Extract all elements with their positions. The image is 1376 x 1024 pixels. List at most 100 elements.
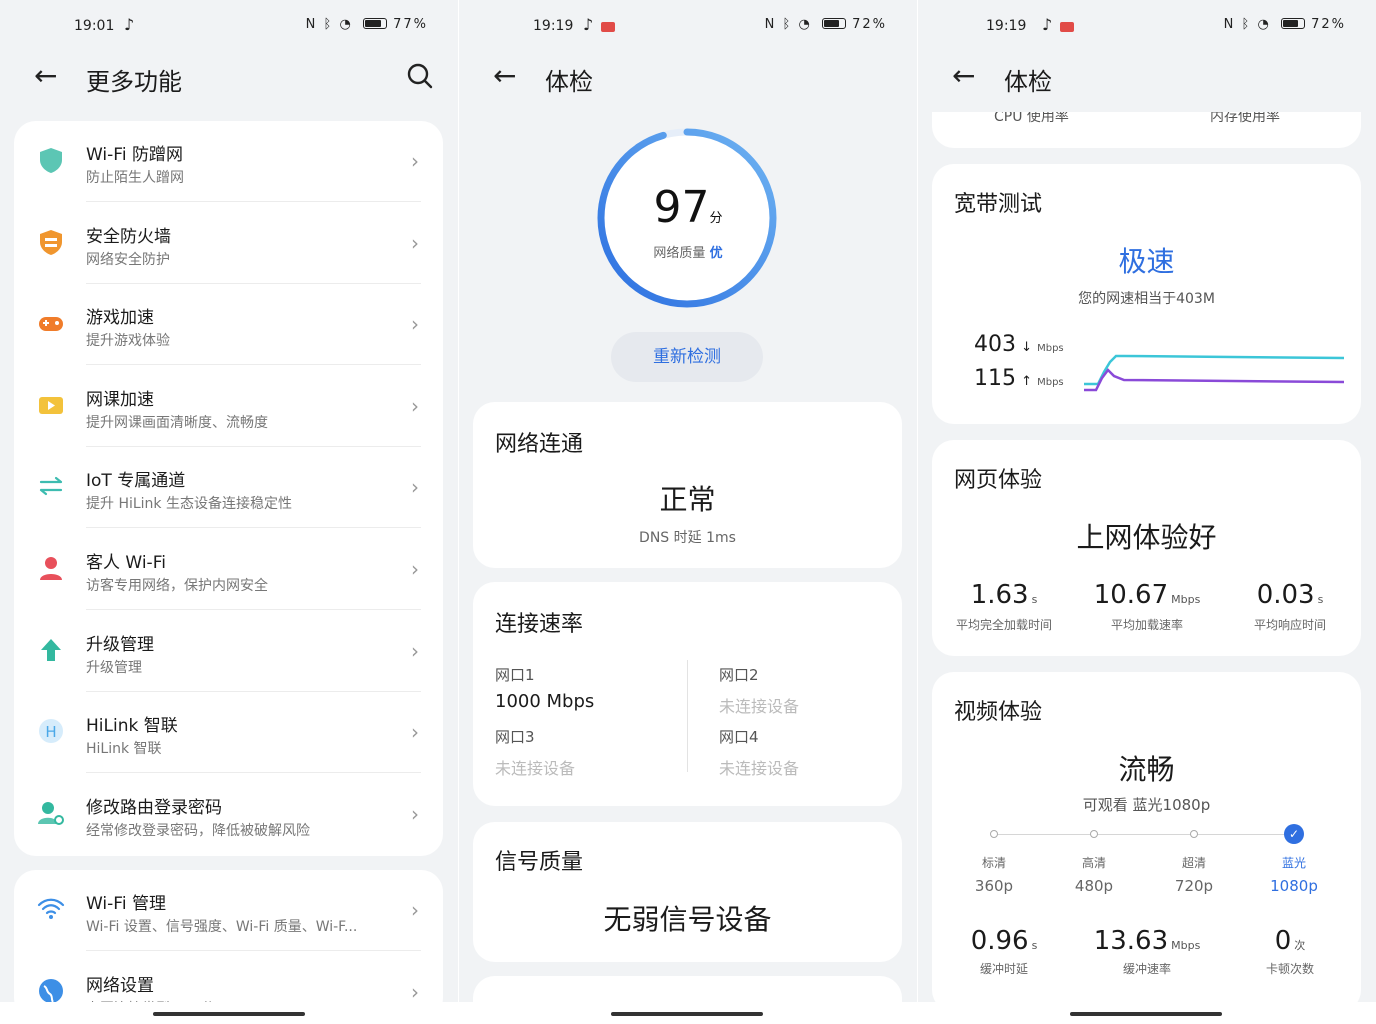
home-indicator[interactable]: [153, 1012, 305, 1016]
menu-item-title: 安全防火墙: [86, 226, 171, 247]
menu-item-title: 修改路由登录密码: [86, 797, 222, 818]
metric-unit: 次: [1294, 939, 1306, 952]
music-icon: ♪: [1042, 15, 1053, 34]
quality-name: 标清: [981, 856, 1006, 870]
menu-card: Wi-Fi 防蹭网 防止陌生人蹭网 › 安全防火墙 网络安全防护 › 游戏加速 提升游戏体验 ›…: [14, 121, 443, 856]
hilink-icon: H: [36, 716, 66, 746]
quality-resolution: 720p: [1174, 877, 1214, 895]
menu-item-title: 游戏加速: [86, 308, 154, 329]
upload-unit: Mbps: [1037, 377, 1064, 388]
recheck-button[interactable]: 重新检测: [611, 332, 763, 382]
quality-resolution: 360p: [974, 877, 1014, 895]
connectivity-card: 网络连通 正常 DNS 时延 1ms: [473, 402, 902, 568]
port-name: 网口4: [719, 728, 759, 746]
menu-item[interactable]: 安全防火墙 网络安全防护 ›: [14, 203, 443, 284]
menu-card-2: Wi-Fi 管理 Wi-Fi 设置、信号强度、Wi-Fi 质量、Wi-F... › 网…: [14, 870, 443, 1020]
signal-title: 信号质量: [495, 850, 584, 875]
home-indicator[interactable]: [611, 1012, 763, 1016]
chevron-right-icon: ›: [411, 720, 419, 745]
menu-item-subtitle: 提升 HiLink 生态设备连接稳定性: [86, 496, 292, 513]
broadband-card: 宽带测试 极速 您的网速相当于403M 403 ↓ Mbps 115 ↑ Mbp…: [932, 164, 1361, 424]
search-icon[interactable]: [404, 60, 436, 92]
menu-item[interactable]: Wi-Fi 管理 Wi-Fi 设置、信号强度、Wi-Fi 质量、Wi-F... ›: [14, 870, 443, 951]
score-value: 97: [653, 182, 710, 233]
web-title: 网页体验: [954, 468, 1043, 493]
back-arrow-icon[interactable]: ←: [952, 60, 975, 92]
metric-value: 0: [1274, 926, 1292, 956]
metric-label: 缓冲速率: [1122, 962, 1171, 976]
status-time: 19:19: [533, 18, 574, 34]
menu-item-subtitle: HiLink 智联: [86, 741, 162, 758]
port-divider: [687, 660, 688, 772]
menu-item-subtitle: 防止陌生人蹭网: [86, 170, 184, 186]
port-name: 网口2: [719, 666, 759, 684]
status-bar: 19:01 ♪ N ᛒ ◔ 77%: [0, 14, 458, 38]
menu-item-subtitle: 提升网课画面清晰度、流畅度: [86, 414, 268, 431]
back-arrow-icon[interactable]: ←: [493, 60, 516, 92]
home-indicator[interactable]: [1070, 1012, 1222, 1016]
battery-percent: 77%: [393, 17, 428, 32]
score-label-wrap: 网络质量 优: [459, 242, 917, 261]
status-icons: N ᛒ ◔ 72%: [1224, 17, 1346, 32]
metric-value: 13.63: [1093, 926, 1169, 956]
bluetooth-icon: ᛒ: [782, 17, 793, 32]
chevron-right-icon: ›: [411, 393, 419, 418]
score-value-wrap: 97分: [459, 182, 917, 233]
metric-value: 0.03: [1256, 580, 1315, 610]
port-value: 未连接设备: [495, 759, 576, 778]
status-icons: N ᛒ ◔ 72%: [765, 17, 887, 32]
metric-item: 13.63 Mbps 缓冲速率: [1077, 926, 1217, 977]
video-title: 视频体验: [954, 700, 1043, 725]
port-name: 网口3: [495, 728, 535, 746]
speed-graph: [1084, 354, 1344, 392]
wifi-signal-icon: ◔: [798, 17, 812, 32]
upload-speed: 115 ↑ Mbps: [974, 366, 1064, 391]
quality-level: 高清 480p: [1054, 854, 1134, 895]
back-arrow-icon[interactable]: ←: [34, 60, 57, 92]
notification-icon: [601, 22, 615, 32]
menu-item[interactable]: 网课加速 提升网课画面清晰度、流畅度 ›: [14, 366, 443, 447]
web-experience-card: 网页体验 上网体验好 1.63 s 平均完全加载时间 10.67 Mbps 平均加载速率 0…: [932, 440, 1361, 656]
page-title: 体检: [545, 68, 593, 96]
menu-item[interactable]: 修改路由登录密码 经常修改登录密码，降低被破解风险 ›: [14, 774, 443, 855]
chevron-right-icon: ›: [411, 638, 419, 663]
metric-item: 0 次卡顿次数: [1220, 926, 1360, 977]
menu-item-title: Wi-Fi 管理: [86, 894, 166, 914]
port-item: 网口3 未连接设备: [495, 726, 575, 779]
quality-dot: [1090, 830, 1098, 838]
menu-item[interactable]: IoT 专属通道 提升 HiLink 生态设备连接稳定性 ›: [14, 447, 443, 529]
metric-value: 10.67: [1093, 580, 1169, 610]
page-title: 体检: [1004, 68, 1052, 96]
metric-label: 卡顿次数: [1265, 962, 1314, 976]
menu-item[interactable]: 游戏加速 提升游戏体验 ›: [14, 284, 443, 366]
gamepad-icon: [36, 308, 66, 338]
status-time: 19:19: [986, 18, 1027, 34]
quality-resolution: 1080p: [1270, 877, 1318, 895]
menu-item[interactable]: 升级管理 升级管理 ›: [14, 611, 443, 692]
menu-item[interactable]: 客人 Wi-Fi 访客专用网络，保护内网安全 ›: [14, 529, 443, 610]
status-bar: 19:19 ♪ N ᛒ ◔ 72%: [459, 14, 917, 38]
quality-level: 标清 360p: [954, 854, 1034, 895]
menu-item-subtitle: 升级管理: [86, 659, 142, 676]
music-icon: ♪: [124, 15, 135, 34]
menu-item[interactable]: Wi-Fi 防蹭网 防止陌生人蹭网 ›: [14, 121, 443, 202]
chevron-right-icon: ›: [411, 898, 419, 922]
metric-label: 平均加载速率: [1110, 618, 1183, 632]
upload-value: 115: [974, 366, 1016, 391]
menu-item-subtitle: 经常修改登录密码，降低被破解风险: [86, 822, 310, 839]
checkup-screen: 19:19 ♪ N ᛒ ◔ 72% ← 体检 97分 网络质量 优 重新检测 网…: [459, 0, 917, 1024]
port-item: 网口4 未连接设备: [719, 726, 799, 779]
metric-label: 平均完全加载时间: [955, 618, 1052, 632]
broadband-result: 极速: [1118, 245, 1175, 278]
wifi-icon: [36, 894, 66, 924]
guest-user-icon: [36, 553, 66, 583]
menu-item[interactable]: H HiLink 智联 HiLink 智联 ›: [14, 692, 443, 774]
signal-status: 无弱信号设备: [603, 903, 772, 936]
selected-check-icon: ✓: [1284, 824, 1304, 844]
quality-name: 高清: [1081, 856, 1106, 870]
battery-percent: 72%: [852, 17, 887, 32]
menu-item-subtitle: 访客专用网络，保护内网安全: [86, 578, 268, 594]
menu-item-subtitle: Wi-Fi 设置、信号强度、Wi-Fi 质量、Wi-F...: [86, 919, 358, 935]
status-icons: N ᛒ ◔ 77%: [306, 17, 428, 32]
metric-item: 0.96 s 缓冲时延: [934, 926, 1074, 977]
